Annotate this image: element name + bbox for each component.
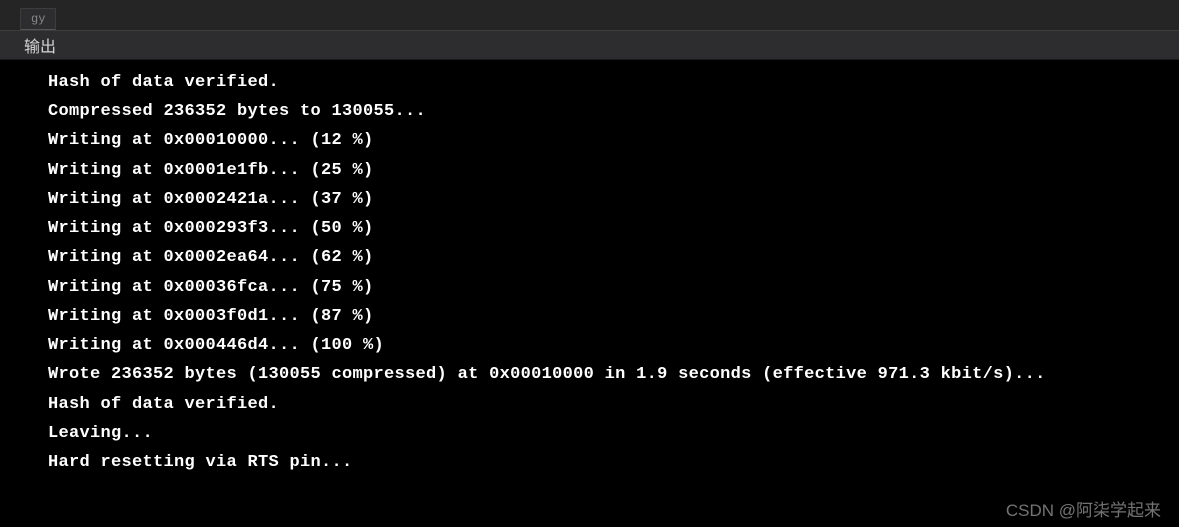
terminal-line: Writing at 0x0002ea64... (62 %)	[48, 243, 1167, 272]
terminal-line: Compressed 236352 bytes to 130055...	[48, 97, 1167, 126]
tab-label: gy	[31, 12, 45, 26]
terminal-line: Hash of data verified.	[48, 68, 1167, 97]
panel-tab-bar: 输出	[0, 30, 1179, 60]
terminal-line: Leaving...	[48, 419, 1167, 448]
editor-tab-bar: gy	[0, 0, 1179, 30]
output-terminal[interactable]: Hash of data verified. Compressed 236352…	[0, 60, 1179, 527]
output-tab[interactable]: 输出	[16, 30, 64, 60]
terminal-line: Writing at 0x00010000... (12 %)	[48, 126, 1167, 155]
terminal-line: Writing at 0x0003f0d1... (87 %)	[48, 302, 1167, 331]
terminal-line: Hash of data verified.	[48, 390, 1167, 419]
terminal-line: Writing at 0x000446d4... (100 %)	[48, 331, 1167, 360]
terminal-line: Hard resetting via RTS pin...	[48, 448, 1167, 477]
terminal-line: Writing at 0x0002421a... (37 %)	[48, 185, 1167, 214]
output-tab-label: 输出	[24, 39, 56, 56]
terminal-line: Writing at 0x00036fca... (75 %)	[48, 273, 1167, 302]
terminal-line: Writing at 0x0001e1fb... (25 %)	[48, 156, 1167, 185]
terminal-line: Writing at 0x000293f3... (50 %)	[48, 214, 1167, 243]
editor-tab[interactable]: gy	[20, 8, 56, 30]
terminal-line: Wrote 236352 bytes (130055 compressed) a…	[48, 360, 1167, 389]
